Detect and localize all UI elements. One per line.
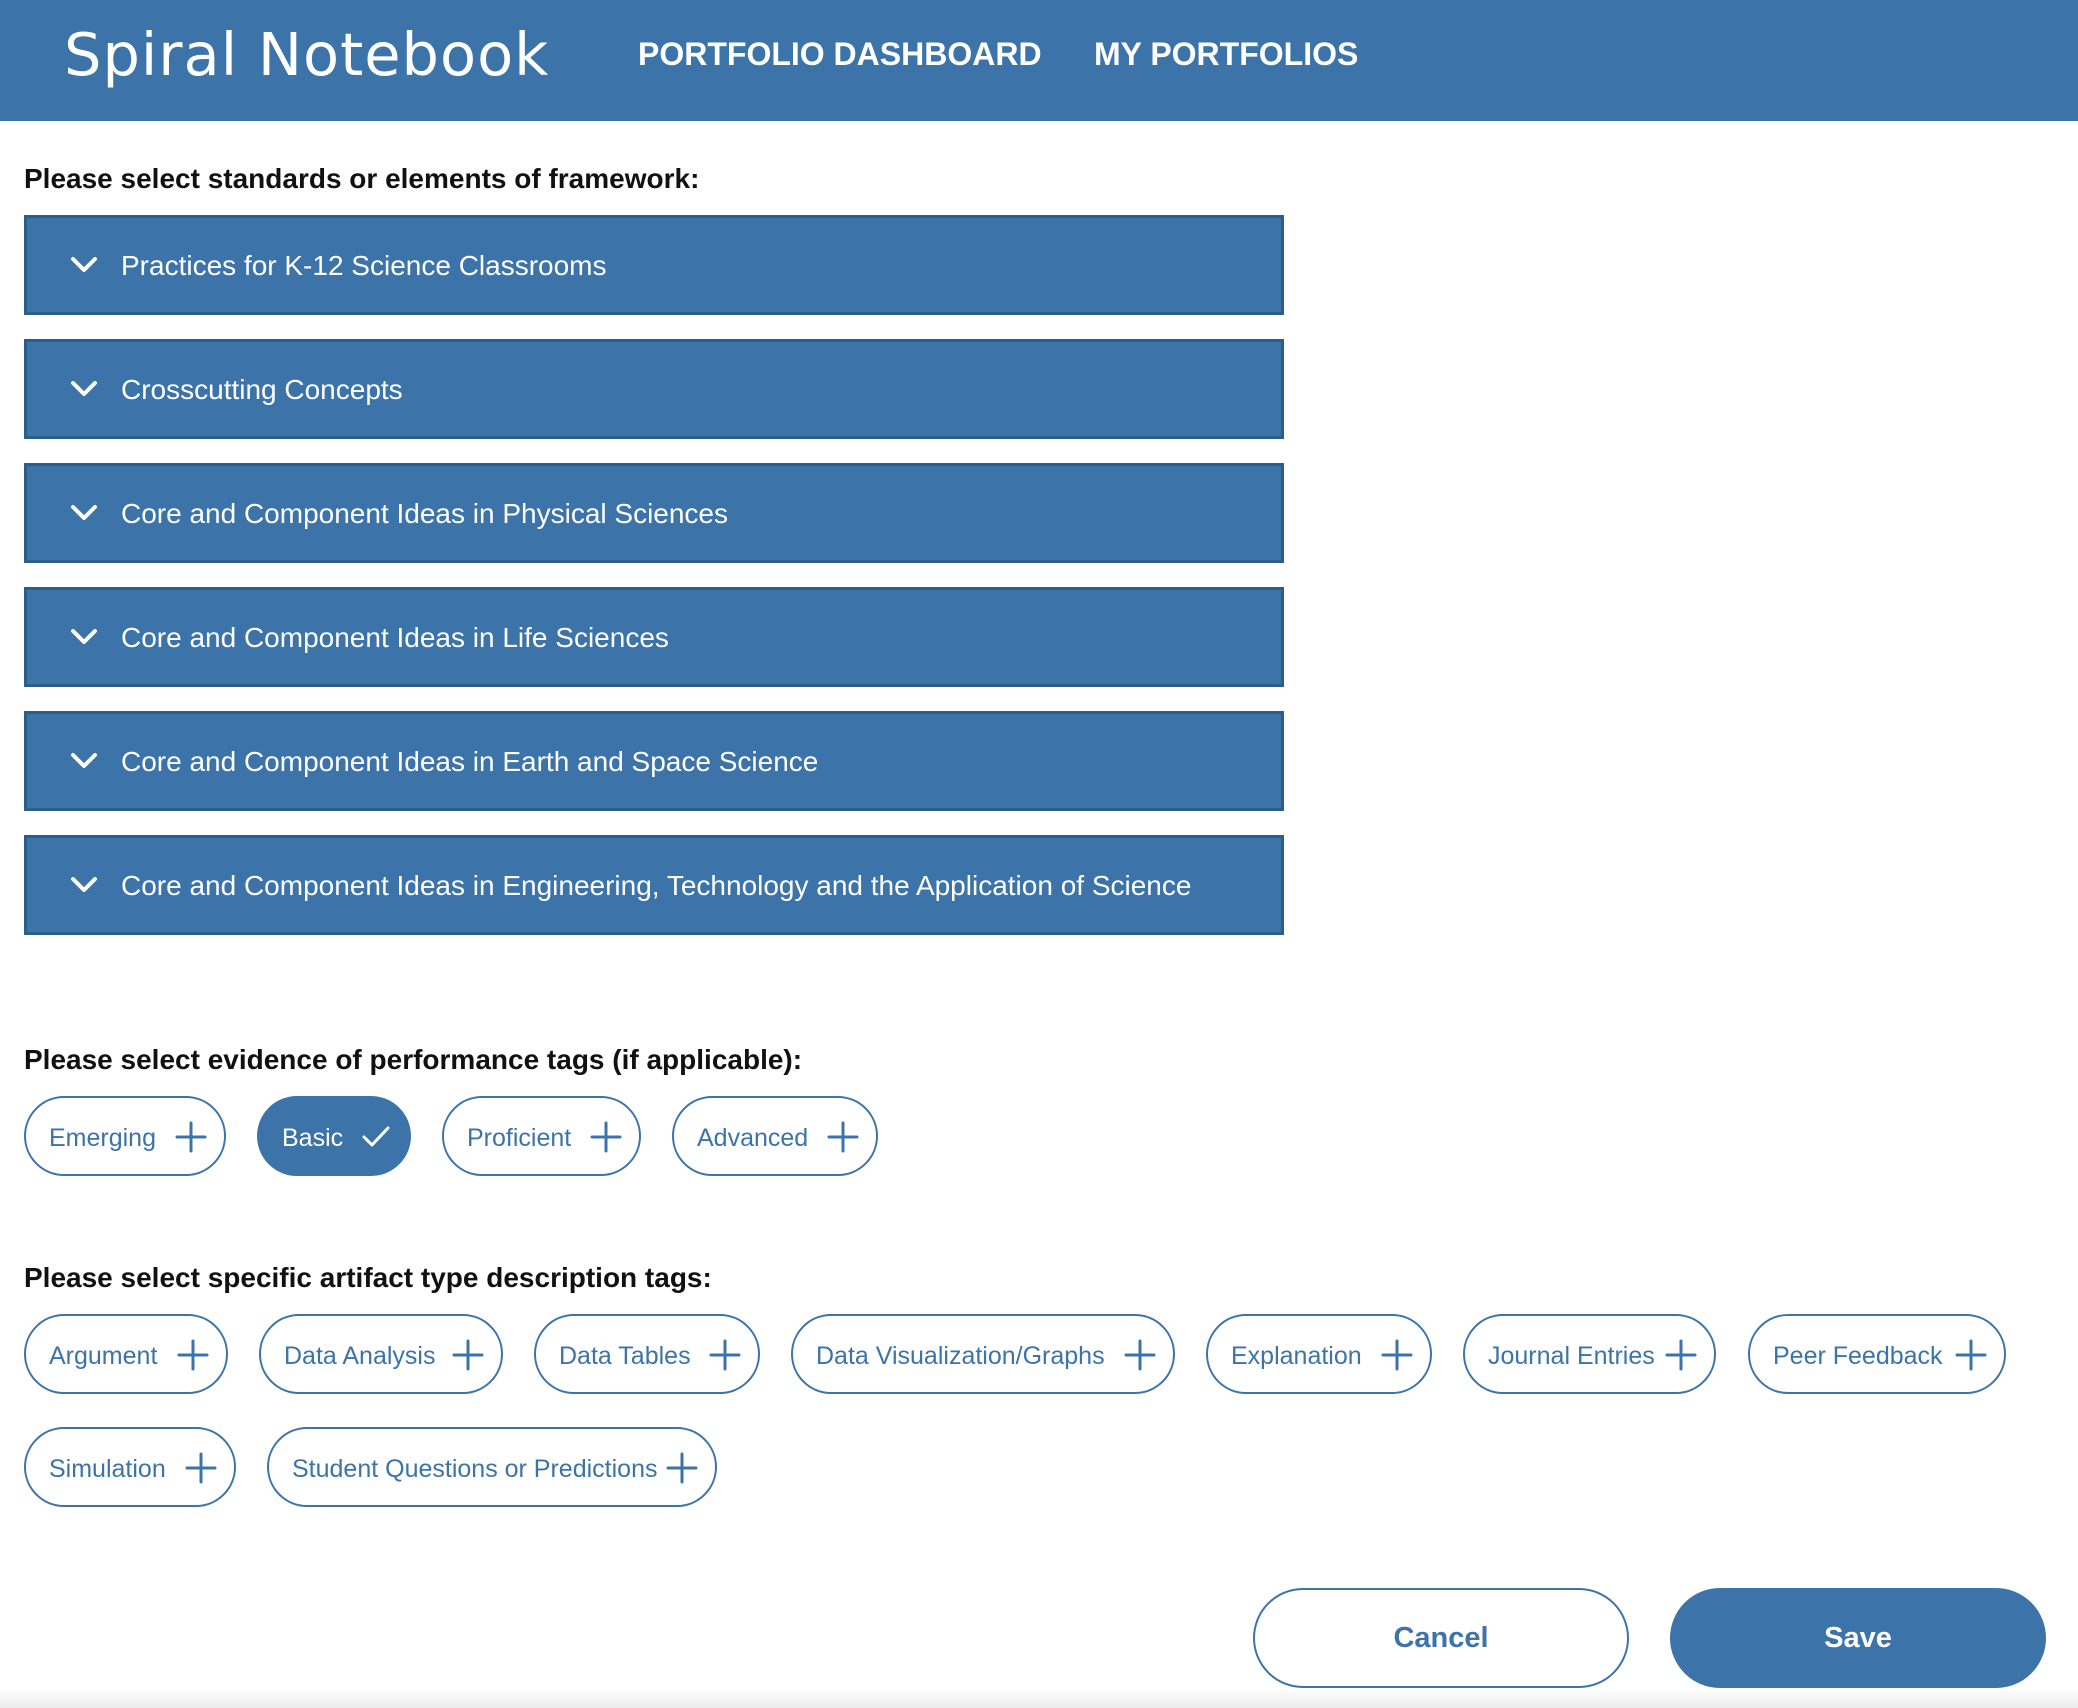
- tag-label: Data Tables: [559, 1342, 691, 1370]
- accordion-physical-sciences[interactable]: Core and Component Ideas in Physical Sci…: [24, 463, 1284, 563]
- chevron-down-icon: [71, 381, 97, 396]
- bottom-shadow: [0, 1688, 2078, 1708]
- plus-icon: [1124, 1339, 1156, 1371]
- chevron-down-icon: [71, 257, 97, 272]
- plus-icon: [590, 1121, 622, 1153]
- tag-label: Peer Feedback: [1773, 1342, 1943, 1370]
- cancel-button[interactable]: Cancel: [1253, 1588, 1629, 1688]
- plus-icon: [1381, 1339, 1413, 1371]
- tag-label: Explanation: [1231, 1342, 1362, 1370]
- accordion-label: Crosscutting Concepts: [121, 374, 403, 405]
- save-button[interactable]: Save: [1670, 1588, 2046, 1688]
- tag-proficient[interactable]: Proficient: [442, 1096, 641, 1176]
- accordion-label: Core and Component Ideas in Physical Sci…: [121, 498, 729, 529]
- plus-icon: [175, 1121, 207, 1153]
- plus-icon: [1665, 1339, 1697, 1371]
- chevron-down-icon: [71, 753, 97, 768]
- app-header: Spiral Notebook PORTFOLIO DASHBOARD MY P…: [0, 0, 2078, 121]
- tag-label: Emerging: [49, 1124, 156, 1152]
- tag-data-tables[interactable]: Data Tables: [534, 1314, 760, 1394]
- chevron-down-icon: [71, 877, 97, 892]
- tag-emerging[interactable]: Emerging: [24, 1096, 226, 1176]
- accordion-earth-space[interactable]: Core and Component Ideas in Earth and Sp…: [24, 711, 1284, 811]
- plus-icon: [177, 1339, 209, 1371]
- tag-peer-feedback[interactable]: Peer Feedback: [1748, 1314, 2006, 1394]
- tag-label: Simulation: [49, 1455, 166, 1483]
- accordion-engineering[interactable]: Core and Component Ideas in Engineering,…: [24, 835, 1284, 935]
- plus-icon: [709, 1339, 741, 1371]
- tag-advanced[interactable]: Advanced: [672, 1096, 878, 1176]
- tag-label: Student Questions or Predictions: [292, 1455, 658, 1483]
- tag-argument[interactable]: Argument: [24, 1314, 228, 1394]
- accordion-life-sciences[interactable]: Core and Component Ideas in Life Science…: [24, 587, 1284, 687]
- nav-portfolio-dashboard[interactable]: PORTFOLIO DASHBOARD: [638, 36, 1042, 73]
- artifact-heading: Please select specific artifact type des…: [24, 1262, 712, 1293]
- accordion-practices[interactable]: Practices for K-12 Science Classrooms: [24, 215, 1284, 315]
- tag-explanation[interactable]: Explanation: [1206, 1314, 1432, 1394]
- accordion-label: Core and Component Ideas in Engineering,…: [121, 870, 1192, 901]
- tag-label: Data Analysis: [284, 1342, 436, 1370]
- plus-icon: [827, 1121, 859, 1153]
- tag-label: Data Visualization/Graphs: [816, 1342, 1105, 1370]
- tag-student-questions[interactable]: Student Questions or Predictions: [267, 1427, 717, 1507]
- standards-heading: Please select standards or elements of f…: [24, 163, 700, 194]
- chevron-down-icon: [71, 505, 97, 520]
- tag-simulation[interactable]: Simulation: [24, 1427, 236, 1507]
- accordion-crosscutting[interactable]: Crosscutting Concepts: [24, 339, 1284, 439]
- chevron-down-icon: [71, 629, 97, 644]
- tag-data-analysis[interactable]: Data Analysis: [259, 1314, 503, 1394]
- accordion-label: Practices for K-12 Science Classrooms: [121, 250, 607, 281]
- accordion-label: Core and Component Ideas in Life Science…: [121, 622, 669, 653]
- plus-icon: [666, 1452, 698, 1484]
- tag-data-visualization[interactable]: Data Visualization/Graphs: [791, 1314, 1175, 1394]
- plus-icon: [452, 1339, 484, 1371]
- plus-icon: [1955, 1339, 1987, 1371]
- check-icon: [362, 1126, 390, 1147]
- tag-journal-entries[interactable]: Journal Entries: [1463, 1314, 1716, 1394]
- tag-label: Argument: [49, 1342, 158, 1370]
- brand-logo[interactable]: Spiral Notebook: [64, 20, 549, 89]
- plus-icon: [185, 1452, 217, 1484]
- performance-heading: Please select evidence of performance ta…: [24, 1044, 803, 1075]
- tag-basic[interactable]: Basic: [257, 1096, 411, 1176]
- tag-label: Advanced: [697, 1124, 809, 1152]
- nav-my-portfolios[interactable]: MY PORTFOLIOS: [1094, 36, 1358, 73]
- tag-label: Basic: [282, 1124, 344, 1152]
- accordion-label: Core and Component Ideas in Earth and Sp…: [121, 746, 819, 777]
- tag-label: Proficient: [467, 1124, 572, 1152]
- tag-label: Journal Entries: [1488, 1342, 1655, 1370]
